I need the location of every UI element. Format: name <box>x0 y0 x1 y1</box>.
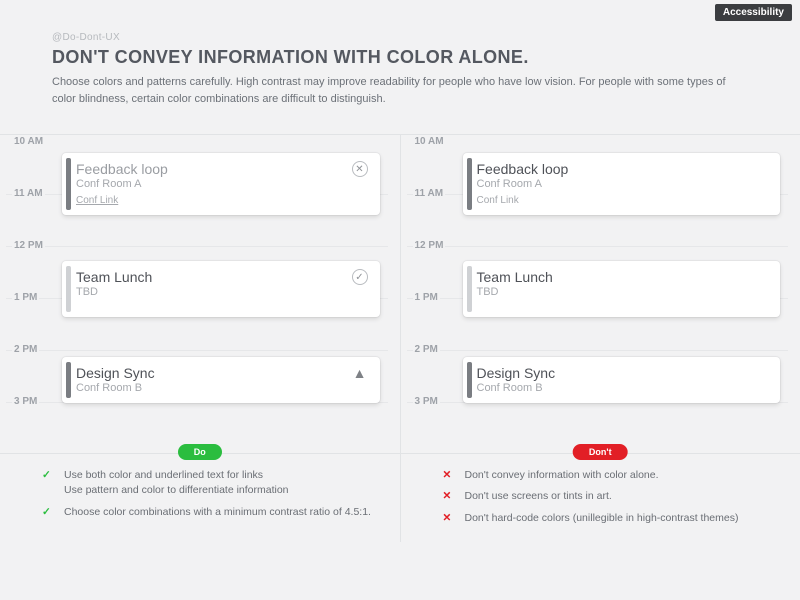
event-feedback-loop[interactable]: Feedback loop Conf Room A Conf Link ✕ <box>62 153 380 215</box>
event-subtitle: Conf Room A <box>76 178 352 190</box>
event-subtitle: Conf Room A <box>477 178 769 190</box>
time-label: 11 AM <box>12 188 45 199</box>
event-color-bar <box>467 362 472 398</box>
time-label: 3 PM <box>12 396 39 407</box>
do-pill: Do <box>178 444 222 460</box>
tip-item: Choose color combinations with a minimum… <box>60 505 378 520</box>
event-design-sync[interactable]: Design Sync Conf Room B <box>463 357 781 403</box>
check-icon: ✓ <box>352 269 368 285</box>
time-label: 10 AM <box>12 136 45 147</box>
tip-item: Don't convey information with color alon… <box>461 468 779 483</box>
do-panel: 10 AM 11 AM 12 PM 1 PM 2 PM 3 PM Feedbac… <box>0 135 400 542</box>
tip-item: Don't hard-code colors (unillegible in h… <box>461 511 779 526</box>
dont-timeline: 10 AM 11 AM 12 PM 1 PM 2 PM 3 PM Feedbac… <box>407 143 789 453</box>
event-team-lunch[interactable]: Team Lunch TBD ✓ <box>62 261 380 317</box>
dont-panel: 10 AM 11 AM 12 PM 1 PM 2 PM 3 PM Feedbac… <box>400 135 800 542</box>
event-color-bar <box>467 158 472 210</box>
comparison-panels: 10 AM 11 AM 12 PM 1 PM 2 PM 3 PM Feedbac… <box>0 134 800 542</box>
tip-item: Don't use screens or tints in art. <box>461 489 779 504</box>
event-subtitle: TBD <box>76 286 352 298</box>
page-description: Choose colors and patterns carefully. Hi… <box>52 74 732 108</box>
event-title: Team Lunch <box>76 269 352 285</box>
dont-tips: Don't convey information with color alon… <box>401 453 800 542</box>
time-label: 11 AM <box>413 188 446 199</box>
event-color-bar <box>66 362 71 398</box>
event-color-bar <box>66 158 71 210</box>
time-label: 1 PM <box>413 292 440 303</box>
event-subtitle: Conf Room B <box>76 382 352 394</box>
do-tips: Use both color and underlined text for l… <box>0 453 400 536</box>
time-label: 12 PM <box>12 240 45 251</box>
time-label: 1 PM <box>12 292 39 303</box>
event-link[interactable]: Conf Link <box>477 195 519 206</box>
event-subtitle: Conf Room B <box>477 382 769 394</box>
warning-icon: ▲ <box>352 365 368 381</box>
event-title: Design Sync <box>477 365 769 381</box>
header: @Do-Dont-UX DON'T CONVEY INFORMATION WIT… <box>0 0 800 120</box>
author-handle: @Do-Dont-UX <box>52 32 748 43</box>
event-team-lunch[interactable]: Team Lunch TBD <box>463 261 781 317</box>
event-color-bar <box>467 266 472 312</box>
do-timeline: 10 AM 11 AM 12 PM 1 PM 2 PM 3 PM Feedbac… <box>6 143 388 453</box>
tip-item: Use both color and underlined text for l… <box>60 468 378 498</box>
dont-pill: Don't <box>573 444 628 460</box>
time-label: 3 PM <box>413 396 440 407</box>
time-label: 2 PM <box>12 344 39 355</box>
category-badge: Accessibility <box>715 4 792 21</box>
event-design-sync[interactable]: Design Sync Conf Room B ▲ <box>62 357 380 403</box>
cancel-icon: ✕ <box>352 161 368 177</box>
event-subtitle: TBD <box>477 286 769 298</box>
event-title: Team Lunch <box>477 269 769 285</box>
page-title: DON'T CONVEY INFORMATION WITH COLOR ALON… <box>52 47 748 68</box>
event-feedback-loop[interactable]: Feedback loop Conf Room A Conf Link <box>463 153 781 215</box>
event-link[interactable]: Conf Link <box>76 195 118 206</box>
time-label: 10 AM <box>413 136 446 147</box>
time-label: 12 PM <box>413 240 446 251</box>
event-title: Design Sync <box>76 365 352 381</box>
event-title: Feedback loop <box>477 161 769 177</box>
time-label: 2 PM <box>413 344 440 355</box>
event-color-bar <box>66 266 71 312</box>
event-title: Feedback loop <box>76 161 352 177</box>
